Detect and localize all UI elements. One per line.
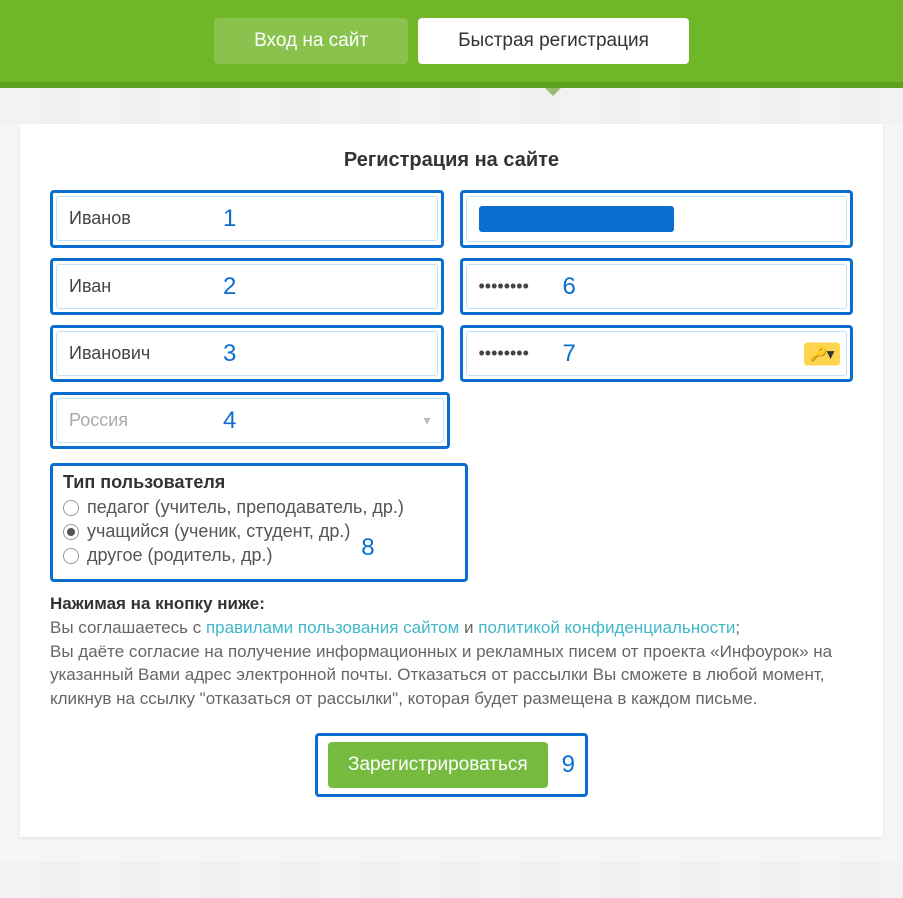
password-field-wrap: 6: [460, 258, 854, 315]
tab-login[interactable]: Вход на сайт: [214, 18, 408, 64]
radio-student[interactable]: учащийся (ученик, студент, др.): [63, 521, 455, 542]
registration-panel: Регистрация на сайте 1 5 2 6 3 7: [20, 124, 883, 837]
radio-teacher[interactable]: педагог (учитель, преподаватель, др.): [63, 497, 455, 518]
tab-register[interactable]: Быстрая регистрация: [418, 18, 689, 64]
patronymic-input[interactable]: [56, 331, 438, 376]
country-value: Россия: [69, 410, 128, 431]
annotation-8: 8: [361, 534, 374, 562]
email-field-wrap: 5: [460, 190, 854, 248]
user-type-group: Тип пользователя педагог (учитель, препо…: [50, 463, 468, 582]
radio-other-label: другое (родитель, др.): [87, 545, 273, 566]
decor-strip: [0, 88, 903, 124]
country-field-wrap: Россия ▾ 4: [50, 392, 450, 449]
legal-part2: ;: [735, 618, 740, 637]
country-select[interactable]: Россия ▾: [56, 398, 444, 443]
radio-other[interactable]: другое (родитель, др.): [63, 545, 455, 566]
firstname-field-wrap: 2: [50, 258, 444, 315]
chevron-down-icon: ▾: [423, 412, 430, 429]
header-bar: Вход на сайт Быстрая регистрация: [0, 0, 903, 88]
email-highlight[interactable]: [479, 206, 675, 232]
legal-part3: Вы даёте согласие на получение информаци…: [50, 642, 832, 709]
password2-input[interactable]: [466, 331, 848, 376]
lastname-input[interactable]: [56, 196, 438, 241]
decor-strip-bottom: [0, 862, 903, 898]
key-icon[interactable]: 🔑▾: [804, 342, 840, 365]
radio-student-label: учащийся (ученик, студент, др.): [87, 521, 350, 542]
legal-bold: Нажимая на кнопку ниже:: [50, 594, 265, 613]
firstname-input[interactable]: [56, 264, 438, 309]
user-type-title: Тип пользователя: [63, 472, 455, 493]
legal-part1: Вы соглашаетесь с: [50, 618, 206, 637]
radio-icon: [63, 500, 79, 516]
annotation-9: 9: [562, 751, 575, 779]
patronymic-field-wrap: 3: [50, 325, 444, 382]
password-input[interactable]: [466, 264, 848, 309]
password2-field-wrap: 7 🔑▾: [460, 325, 854, 382]
radio-teacher-label: педагог (учитель, преподаватель, др.): [87, 497, 404, 518]
panel-title: Регистрация на сайте: [50, 149, 853, 172]
radio-icon: [63, 548, 79, 564]
register-button[interactable]: Зарегистрироваться: [328, 742, 548, 788]
link-privacy[interactable]: политикой конфиденциальности: [478, 618, 735, 637]
link-terms[interactable]: правилами пользования сайтом: [206, 618, 459, 637]
lastname-field-wrap: 1: [50, 190, 444, 248]
submit-wrap: Зарегистрироваться 9: [315, 733, 588, 797]
radio-icon: [63, 524, 79, 540]
legal-and: и: [459, 618, 478, 637]
legal-text: Нажимая на кнопку ниже: Вы соглашаетесь …: [50, 592, 853, 711]
